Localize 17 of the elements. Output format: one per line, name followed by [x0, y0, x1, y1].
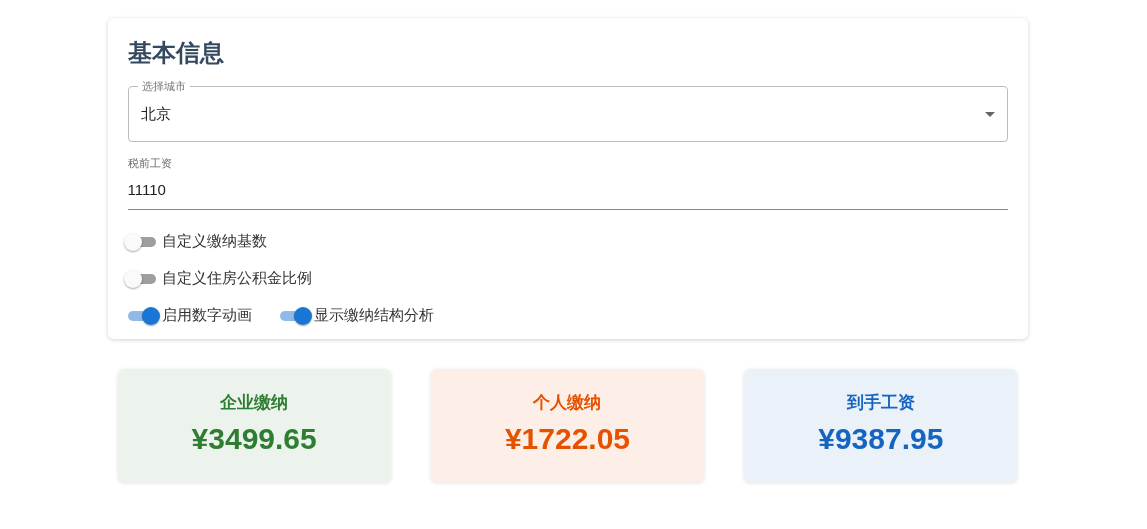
switch-label: 自定义住房公积金比例 — [161, 269, 312, 288]
city-select[interactable]: 选择城市 北京 — [127, 80, 1008, 142]
card-label: 企业缴纳 — [220, 392, 289, 414]
dropdown-caret-icon — [984, 111, 995, 117]
amount-value: ¥1722.05 — [504, 422, 631, 456]
amount-value: ¥3499.65 — [191, 422, 317, 456]
salary-input[interactable]: 11110 — [127, 181, 1008, 198]
section-title: 基本信息 — [127, 38, 225, 68]
selected-value: 北京 — [140, 104, 172, 124]
card-label: 个人缴纳 — [533, 392, 602, 414]
field-label: 税前工资 — [127, 156, 173, 171]
card-label: 到手工资 — [846, 392, 915, 414]
switch-label: 启用数字动画 — [161, 306, 252, 325]
switch-label: 显示缴纳结构分析 — [313, 306, 434, 325]
field-label: 选择城市 — [140, 80, 187, 93]
amount-value: ¥9387.95 — [818, 422, 944, 456]
switch-label: 自定义缴纳基数 — [161, 232, 267, 251]
